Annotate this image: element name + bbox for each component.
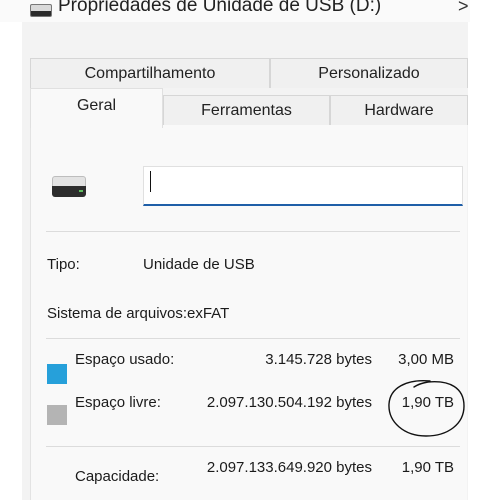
free-space-label: Espaço livre: bbox=[75, 394, 161, 411]
capacity-size: 1,90 TB bbox=[401, 459, 454, 476]
used-space-size: 3,00 MB bbox=[398, 351, 454, 368]
divider bbox=[46, 338, 460, 339]
divider bbox=[46, 446, 460, 447]
used-space-swatch bbox=[47, 364, 67, 384]
used-space-label: Espaço usado: bbox=[75, 351, 175, 368]
close-icon[interactable]: > bbox=[458, 0, 469, 17]
free-space-swatch bbox=[47, 405, 67, 425]
drive-name-input[interactable] bbox=[143, 166, 463, 206]
type-label: Tipo: bbox=[47, 256, 80, 273]
tab-compartilhamento[interactable]: Compartilhamento bbox=[30, 58, 270, 88]
divider bbox=[46, 231, 460, 232]
free-space-bytes: 2.097.130.504.192 bytes bbox=[206, 394, 372, 411]
capacity-bytes: 2.097.133.649.920 bytes bbox=[206, 459, 372, 476]
tab-hardware[interactable]: Hardware bbox=[330, 95, 468, 125]
capacity-label: Capacidade: bbox=[75, 468, 160, 485]
tab-ferramentas[interactable]: Ferramentas bbox=[163, 95, 330, 125]
used-space-bytes: 3.145.728 bytes bbox=[265, 351, 372, 368]
window-title: Propriedades de Unidade de USB (D:) bbox=[58, 0, 382, 16]
filesystem-value: exFAT bbox=[187, 305, 230, 322]
title-bar: Propriedades de Unidade de USB (D:) > bbox=[0, 0, 470, 22]
hand-drawn-circle-annotation bbox=[388, 380, 465, 437]
tab-geral[interactable]: Geral bbox=[30, 88, 163, 128]
text-caret bbox=[150, 171, 151, 192]
filesystem-label: Sistema de arquivos: bbox=[47, 305, 188, 322]
usb-drive-icon bbox=[52, 176, 86, 200]
type-value: Unidade de USB bbox=[143, 256, 255, 273]
drive-icon bbox=[30, 4, 52, 17]
tab-personalizado[interactable]: Personalizado bbox=[270, 58, 468, 88]
